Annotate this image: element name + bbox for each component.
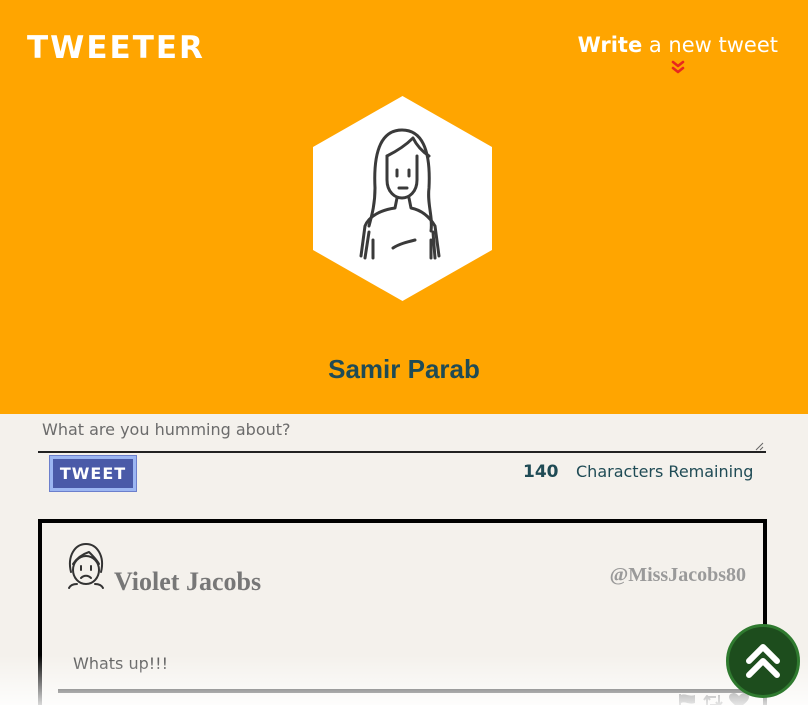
write-tweet-toggle[interactable]: Write a new tweet [578,32,778,74]
write-tweet-label[interactable]: Write a new tweet [578,32,778,58]
char-counter: 140 [523,462,559,482]
scroll-to-top-button[interactable] [726,624,800,698]
tweet-actions [676,693,750,705]
tweet-card: Violet Jacobs @MissJacobs80 Whats up!!! [38,519,767,705]
tweet-author-name: Violet Jacobs [114,567,262,596]
tweet-button[interactable]: TWEET [49,455,137,492]
double-chevron-down-icon[interactable] [671,60,685,74]
resize-grip-icon[interactable] [755,442,764,451]
tweet-author-handle: @MissJacobs80 [609,564,746,586]
sad-face-avatar-icon [68,543,104,589]
tweet-composer: TWEET 140 Characters Remaining [38,414,766,494]
retweet-icon[interactable] [702,693,724,705]
tweet-text: Whats up!!! [73,654,168,673]
char-counter-label: Characters Remaining [576,462,754,481]
profile-avatar [313,96,492,301]
profile-header: TWEETER Write a new tweet Samir Parab [0,0,808,414]
write-tweet-label-rest: a new tweet [642,33,778,57]
tweet-divider [58,689,750,693]
tweet-input[interactable] [38,414,766,453]
double-chevron-up-icon [746,644,780,678]
flag-icon[interactable] [676,693,698,705]
write-tweet-label-bold: Write [577,33,643,57]
profile-name: Samir Parab [328,354,480,384]
heart-icon[interactable] [728,693,750,705]
app-logo[interactable]: TWEETER [27,31,205,65]
